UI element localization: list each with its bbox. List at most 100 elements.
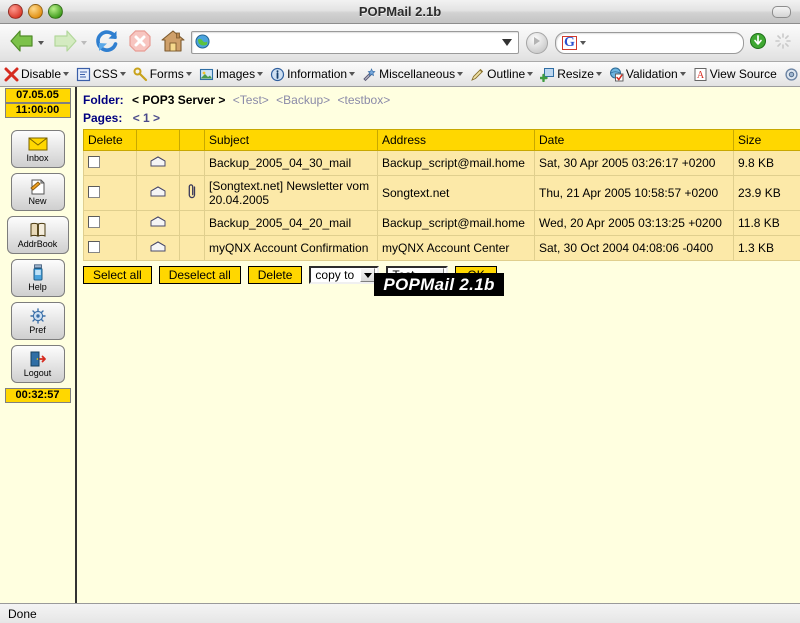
- devtool-view-source[interactable]: A View Source: [689, 62, 780, 86]
- row-checkbox[interactable]: [88, 241, 100, 253]
- devtool-outline[interactable]: Outline: [466, 62, 536, 86]
- row-subject[interactable]: Backup_2005_04_30_mail: [205, 151, 378, 176]
- throbber-icon: [774, 32, 792, 53]
- row-checkbox[interactable]: [88, 216, 100, 228]
- pagination: Pages: < 1 >: [83, 111, 800, 126]
- home-button[interactable]: [158, 28, 188, 58]
- minimize-window-button[interactable]: [28, 4, 43, 19]
- column-header-address: Address: [378, 130, 535, 151]
- folder-link-backup[interactable]: <Backup>: [276, 93, 330, 107]
- page-link-1[interactable]: < 1 >: [133, 111, 160, 125]
- zoom-window-button[interactable]: [48, 4, 63, 19]
- devtool-options[interactable]: Opt: [780, 62, 800, 86]
- devtool-images[interactable]: Images: [195, 62, 266, 86]
- toolbar-toggle-button[interactable]: [772, 6, 791, 18]
- column-header-delete: Delete: [84, 130, 137, 151]
- sidebar-item-inbox-label: Inbox: [26, 153, 48, 163]
- folder-link-testbox[interactable]: <testbox>: [338, 93, 391, 107]
- sidebar-date: 07.05.05: [5, 88, 71, 103]
- chevron-down-icon[interactable]: [257, 72, 263, 76]
- url-dropdown-icon[interactable]: [502, 39, 512, 46]
- row-size: 9.8 KB: [734, 151, 800, 176]
- devtool-css[interactable]: CSS: [72, 62, 129, 86]
- row-attachment-cell: [180, 176, 205, 211]
- sidebar-item-new[interactable]: New: [11, 173, 65, 211]
- devtool-information[interactable]: Information: [266, 62, 358, 86]
- devtool-view-source-label: View Source: [710, 67, 777, 81]
- red-x-icon: [4, 67, 19, 82]
- sidebar-item-new-label: New: [28, 196, 46, 206]
- row-date: Sat, 30 Oct 2004 04:08:06 -0400: [535, 236, 734, 261]
- envelope-icon: [150, 241, 166, 252]
- back-dropdown-icon[interactable]: [38, 41, 44, 45]
- row-address: Backup_script@mail.home: [378, 211, 535, 236]
- validation-icon: [609, 67, 624, 82]
- row-status-cell: [137, 211, 180, 236]
- go-button[interactable]: [526, 32, 548, 54]
- sidebar-item-addrbook[interactable]: AddrBook: [7, 216, 69, 254]
- devtool-forms-label: Forms: [150, 67, 184, 81]
- row-delete-cell: [84, 236, 137, 261]
- devtool-disable[interactable]: Disable: [0, 62, 72, 86]
- row-subject[interactable]: [Songtext.net] Newsletter vom 20.04.2005: [205, 176, 378, 211]
- row-status-cell: [137, 176, 180, 211]
- envelope-icon: [150, 156, 166, 167]
- chevron-down-icon[interactable]: [120, 72, 126, 76]
- pill-icon: [772, 6, 791, 18]
- devtool-validation[interactable]: Validation: [605, 62, 689, 86]
- back-button[interactable]: [6, 28, 46, 58]
- stop-icon: [127, 28, 153, 57]
- sidebar-item-help[interactable]: Help: [11, 259, 65, 297]
- row-address: Songtext.net: [378, 176, 535, 211]
- devtool-outline-label: Outline: [487, 67, 525, 81]
- logout-icon: [29, 350, 47, 367]
- url-bar[interactable]: [191, 31, 519, 54]
- sidebar-item-pref[interactable]: Pref: [11, 302, 65, 340]
- row-delete-cell: [84, 151, 137, 176]
- chevron-down-icon[interactable]: [527, 72, 533, 76]
- row-subject[interactable]: myQNX Account Confirmation: [205, 236, 378, 261]
- row-checkbox[interactable]: [88, 186, 100, 198]
- app-sidebar: 07.05.05 11:00:00 Inbox: [0, 87, 77, 603]
- chevron-down-icon[interactable]: [596, 72, 602, 76]
- devtool-resize-label: Resize: [557, 67, 594, 81]
- window-title: POPMail 2.1b: [0, 4, 800, 19]
- chevron-down-icon[interactable]: [186, 72, 192, 76]
- chevron-down-icon[interactable]: [457, 72, 463, 76]
- window-controls: [8, 4, 63, 19]
- devtool-miscellaneous[interactable]: Miscellaneous: [358, 62, 466, 86]
- sidebar-item-inbox[interactable]: Inbox: [11, 130, 65, 168]
- downloads-button[interactable]: [747, 28, 769, 58]
- chevron-down-icon[interactable]: [63, 72, 69, 76]
- search-engine-dropdown-icon[interactable]: [580, 41, 586, 45]
- reload-button[interactable]: [92, 28, 122, 58]
- folder-link-test[interactable]: <Test>: [233, 93, 269, 107]
- table-row: Backup_2005_04_20_mail Backup_script@mai…: [84, 211, 800, 236]
- row-date: Wed, 20 Apr 2005 03:13:25 +0200: [535, 211, 734, 236]
- close-window-button[interactable]: [8, 4, 23, 19]
- row-checkbox[interactable]: [88, 156, 100, 168]
- row-status-cell: [137, 151, 180, 176]
- devtool-forms[interactable]: Forms: [129, 62, 195, 86]
- sidebar-item-logout[interactable]: Logout: [11, 345, 65, 383]
- chevron-down-icon[interactable]: [349, 72, 355, 76]
- site-favicon-icon: [195, 34, 210, 52]
- sidebar-item-addrbook-label: AddrBook: [18, 239, 58, 249]
- chevron-down-icon[interactable]: [680, 72, 686, 76]
- envelope-icon: [150, 216, 166, 227]
- stop-button[interactable]: [125, 28, 155, 58]
- devtool-resize[interactable]: Resize: [536, 62, 605, 86]
- mail-list-table: Delete Subject Address Date Size: [83, 129, 800, 261]
- sidebar-item-help-label: Help: [28, 282, 47, 292]
- row-attachment-cell: [180, 236, 205, 261]
- search-bar[interactable]: G: [555, 32, 744, 54]
- sidebar-buttons: Inbox New: [7, 130, 69, 383]
- forward-button[interactable]: [49, 28, 89, 58]
- row-size: 11.8 KB: [734, 211, 800, 236]
- forward-arrow-icon: [51, 28, 79, 57]
- forms-icon: [133, 67, 148, 82]
- row-subject[interactable]: Backup_2005_04_20_mail: [205, 211, 378, 236]
- row-delete-cell: [84, 176, 137, 211]
- google-logo-icon: G: [562, 36, 577, 50]
- browser-status-bar: Done: [0, 603, 800, 623]
